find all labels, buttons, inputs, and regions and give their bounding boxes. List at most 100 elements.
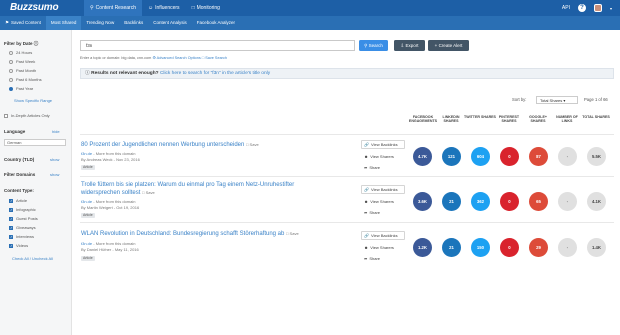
date-option[interactable]: 24 Hours: [9, 50, 32, 55]
column-header-links[interactable]: NUMBER OF LINKS: [551, 115, 583, 124]
metric-google: 87: [529, 147, 548, 166]
sort-select[interactable]: Total Shares ▾: [536, 96, 578, 104]
create-alert-button[interactable]: + Create Alert: [428, 40, 469, 51]
content-type-option[interactable]: ✓ Videos: [9, 243, 28, 248]
content-type-option[interactable]: ✓ Guest Posts: [9, 216, 38, 221]
view-backlinks-action[interactable]: 🔗 View Backlinks: [364, 142, 398, 147]
result-title-text[interactable]: WLAN Revolution in Deutschland: Bundesre…: [81, 231, 284, 237]
share-action[interactable]: ➦ Share: [364, 210, 380, 215]
view-backlinks-action[interactable]: 🔗 View Backlinks: [364, 233, 398, 238]
save-tag[interactable]: □ Save: [142, 190, 155, 195]
radio-icon[interactable]: [9, 86, 13, 91]
share-action[interactable]: ➦ Share: [364, 256, 380, 261]
advanced-search-link[interactable]: Advanced Search Options: [157, 56, 201, 60]
result-author[interactable]: By Martin Weigert: [81, 205, 113, 210]
checkbox-icon[interactable]: ✓: [9, 225, 13, 230]
radio-icon[interactable]: [9, 50, 13, 55]
result-domain[interactable]: t3n.de: [81, 151, 92, 156]
content-type-label: Infographic: [16, 207, 36, 212]
result-date: Nov 23, 2016: [116, 157, 140, 162]
column-header-pinterest[interactable]: PINTEREST SHARES: [493, 115, 525, 124]
in-depth-toggle[interactable]: In-Depth Articles Only: [4, 113, 50, 118]
chevron-down-icon[interactable]: ▾: [610, 6, 612, 11]
column-header-twitter[interactable]: TWITTER SHARES: [464, 115, 496, 119]
content-type-option[interactable]: ✓ Article: [9, 198, 27, 203]
country-show-link[interactable]: show: [50, 157, 59, 162]
more-from-domain-link[interactable]: More from this domain: [96, 241, 136, 246]
filter-sidebar: Filter by Date ⓘ 24 Hours Past Week Past…: [0, 30, 72, 335]
view-sharers-action[interactable]: ☻ View Sharers: [364, 199, 394, 204]
filter-by-date-title: Filter by Date ⓘ: [4, 41, 38, 47]
radio-icon[interactable]: [9, 77, 13, 82]
result-title-text[interactable]: 80 Prozent der Jugendlichen nennen Werbu…: [81, 142, 244, 148]
tab-most-shared[interactable]: Most Shared: [45, 16, 82, 30]
show-specific-range-link[interactable]: Show Specific Range: [14, 98, 52, 103]
tab-content-analysis[interactable]: Content Analysis: [148, 16, 192, 30]
result-author[interactable]: By Andreas Weck: [81, 157, 113, 162]
top-nav-monitoring[interactable]: □ Monitoring: [186, 0, 226, 16]
date-option-label: Past 6 Months: [16, 77, 42, 82]
save-tag[interactable]: □ Save: [246, 142, 259, 147]
more-from-domain-link[interactable]: More from this domain: [96, 151, 136, 156]
result-title[interactable]: Trolle füttern bis sie platzen: Warum du…: [81, 182, 333, 197]
users-icon: ☻: [364, 245, 369, 250]
tab-facebook-analyzer[interactable]: Facebook Analyzer: [192, 16, 240, 30]
more-from-domain-link[interactable]: More from this domain: [96, 199, 136, 204]
avatar[interactable]: [593, 4, 602, 12]
date-option[interactable]: Past Year: [9, 86, 33, 91]
language-hide-link[interactable]: hide: [52, 129, 60, 134]
save-search-link[interactable]: Save Search: [205, 56, 227, 60]
result-title[interactable]: 80 Prozent der Jugendlichen nennen Werbu…: [81, 141, 333, 149]
checkbox-icon[interactable]: [4, 113, 8, 118]
top-nav-content-research[interactable]: ⚲ Content Research: [84, 0, 142, 16]
checkbox-icon[interactable]: ✓: [9, 243, 13, 248]
api-link[interactable]: API: [562, 5, 570, 11]
view-sharers-action[interactable]: ☻ View Sharers: [364, 154, 394, 159]
tab-trending-now[interactable]: Trending Now: [81, 16, 119, 30]
content-type-badge: Article: [81, 165, 95, 170]
view-sharers-action[interactable]: ☻ View Sharers: [364, 245, 394, 250]
radio-icon[interactable]: [9, 68, 13, 73]
checkbox-icon[interactable]: ✓: [9, 198, 13, 203]
column-header-total[interactable]: TOTAL SHARES: [580, 115, 612, 119]
top-nav-label: Influencers: [155, 5, 180, 11]
checkbox-icon[interactable]: ✓: [9, 234, 13, 239]
check-all-link[interactable]: Check All / Uncheck All: [12, 256, 53, 261]
share-action[interactable]: ➦ Share: [364, 165, 380, 170]
result-author[interactable]: By Daniel Hüfner: [81, 247, 111, 252]
result-date: Oct 19, 2016: [116, 205, 140, 210]
monitor-icon: □: [191, 5, 195, 11]
content-type-option[interactable]: ✓ Giveaways: [9, 225, 36, 230]
language-title: Language: [4, 129, 26, 134]
export-button[interactable]: ⇩ Export: [394, 40, 425, 51]
title-only-search-link[interactable]: Click here to search for "f3n" in the ar…: [160, 71, 270, 76]
tab-backlinks[interactable]: Backlinks: [119, 16, 148, 30]
save-tag[interactable]: □ Save: [286, 231, 299, 236]
radio-icon[interactable]: [9, 59, 13, 64]
date-option[interactable]: Past 6 Months: [9, 77, 42, 82]
language-field[interactable]: German: [4, 139, 66, 146]
filter-domains-show-link[interactable]: show: [50, 172, 59, 177]
link-icon: 🔗: [364, 142, 369, 147]
column-header-linkedin[interactable]: LINKEDIN SHARES: [435, 115, 467, 124]
tab-saved-content[interactable]: ⚑ Saved Content: [0, 16, 46, 30]
search-button[interactable]: ⚲ Search: [359, 40, 388, 51]
content-type-title: Content Type:: [4, 188, 34, 193]
content-type-option[interactable]: ✓ Interviews: [9, 234, 34, 239]
result-domain[interactable]: t3n.de: [81, 199, 92, 204]
result-title[interactable]: WLAN Revolution in Deutschland: Bundesre…: [81, 230, 333, 238]
date-option[interactable]: Past Week: [9, 59, 35, 64]
search-input[interactable]: [80, 40, 355, 51]
result-domain[interactable]: t3n.de: [81, 241, 92, 246]
result-title-text[interactable]: Trolle füttern bis sie platzen: Warum du…: [81, 182, 294, 196]
top-nav-influencers[interactable]: ☺ Influencers: [142, 0, 186, 16]
column-header-google[interactable]: GOOGLE+ SHARES: [522, 115, 554, 124]
checkbox-icon[interactable]: ✓: [9, 216, 13, 221]
country-title: Country (TLD): [4, 157, 35, 162]
help-icon[interactable]: ?: [577, 4, 586, 12]
date-option[interactable]: Past Month: [9, 68, 36, 73]
checkbox-icon[interactable]: ✓: [9, 207, 13, 212]
content-type-option[interactable]: ✓ Infographic: [9, 207, 36, 212]
buzzsumo-logo[interactable]: Buzzsumo: [10, 2, 59, 13]
view-backlinks-action[interactable]: 🔗 View Backlinks: [364, 187, 398, 192]
